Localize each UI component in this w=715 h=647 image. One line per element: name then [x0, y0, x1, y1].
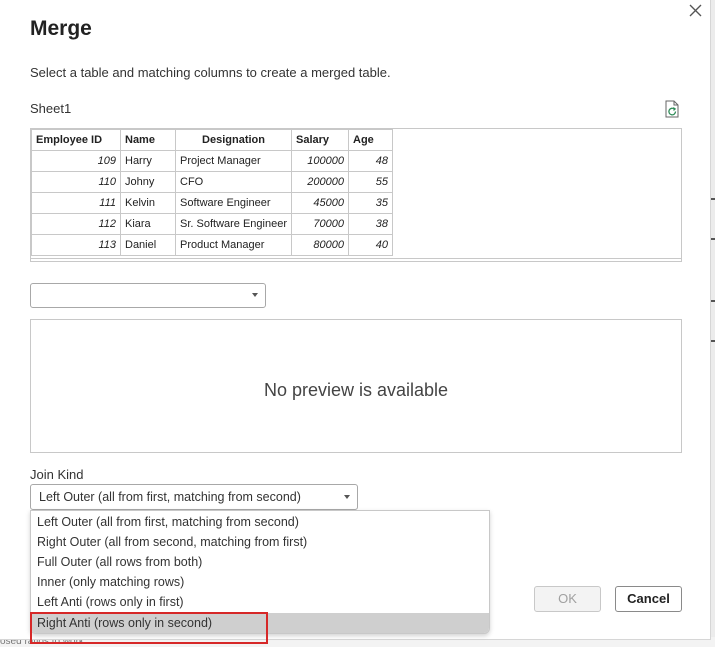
cell-designation: Software Engineer	[174, 192, 293, 214]
cell-salary: 70000	[291, 213, 350, 235]
table-header-row: Employee ID Name Designation Salary Age	[31, 129, 394, 151]
table-row: 109 Harry Project Manager 100000 48	[31, 150, 394, 172]
background-window-mark	[711, 198, 715, 200]
cell-name: Kiara	[120, 213, 176, 235]
cell-age: 35	[348, 192, 394, 214]
cell-designation: Sr. Software Engineer	[174, 213, 293, 235]
join-kind-selected-value: Left Outer (all from first, matching fro…	[39, 490, 301, 504]
column-header-salary[interactable]: Salary	[291, 129, 350, 151]
cell-salary: 80000	[291, 234, 350, 256]
refresh-icon	[665, 100, 679, 118]
join-kind-label: Join Kind	[30, 467, 84, 482]
first-table: Employee ID Name Designation Salary Age …	[31, 129, 394, 256]
screen: osed ratios to work Merge Select a table…	[0, 0, 715, 647]
ok-button[interactable]: OK	[534, 586, 601, 612]
cell-name: Daniel	[120, 234, 176, 256]
column-header-designation[interactable]: Designation	[174, 129, 293, 151]
cell-salary: 45000	[291, 192, 350, 214]
cell-age: 55	[348, 171, 394, 193]
join-option-left-anti[interactable]: Left Anti (rows only in first)	[31, 592, 489, 612]
first-table-name: Sheet1	[30, 101, 72, 116]
join-kind-select[interactable]: Left Outer (all from first, matching fro…	[30, 484, 358, 510]
no-preview-message: No preview is available	[263, 380, 449, 400]
cell-name: Kelvin	[120, 192, 176, 214]
join-option-right-anti[interactable]: Right Anti (rows only in second)	[31, 613, 489, 633]
cell-employee-id: 111	[31, 192, 121, 214]
cell-employee-id: 109	[31, 150, 121, 172]
background-window-mark	[711, 300, 715, 302]
background-window-mark	[711, 340, 715, 342]
join-kind-dropdown-list: Left Outer (all from first, matching fro…	[30, 510, 490, 634]
cell-employee-id: 112	[31, 213, 121, 235]
cell-salary: 200000	[291, 171, 350, 193]
close-button[interactable]	[684, 0, 706, 22]
cell-designation: Project Manager	[174, 150, 293, 172]
background-window-edge	[711, 0, 715, 647]
preview-divider	[31, 258, 681, 259]
cell-designation: CFO	[174, 171, 293, 193]
join-option-full-outer[interactable]: Full Outer (all rows from both)	[31, 552, 489, 572]
join-option-inner[interactable]: Inner (only matching rows)	[31, 572, 489, 592]
column-header-employee-id[interactable]: Employee ID	[31, 129, 121, 151]
column-header-age[interactable]: Age	[348, 129, 394, 151]
join-option-right-outer[interactable]: Right Outer (all from second, matching f…	[31, 532, 489, 552]
table-row: 111 Kelvin Software Engineer 45000 35	[31, 192, 394, 214]
first-table-preview: Employee ID Name Designation Salary Age …	[30, 128, 682, 262]
cell-age: 48	[348, 150, 394, 172]
dialog-title: Merge	[30, 17, 92, 40]
table-row: 110 Johny CFO 200000 55	[31, 171, 394, 193]
chevron-down-icon	[344, 495, 350, 499]
cell-age: 40	[348, 234, 394, 256]
cell-salary: 100000	[291, 150, 350, 172]
table-row: 112 Kiara Sr. Software Engineer 70000 38	[31, 213, 394, 235]
column-header-name[interactable]: Name	[120, 129, 176, 151]
join-option-left-outer[interactable]: Left Outer (all from first, matching fro…	[31, 512, 489, 532]
cell-employee-id: 113	[31, 234, 121, 256]
chevron-down-icon	[252, 293, 258, 297]
merge-dialog: Merge Select a table and matching column…	[0, 0, 711, 644]
second-table-select[interactable]	[30, 283, 266, 308]
cell-age: 38	[348, 213, 394, 235]
cell-employee-id: 110	[31, 171, 121, 193]
background-window-mark	[711, 238, 715, 240]
cell-name: Johny	[120, 171, 176, 193]
cancel-button[interactable]: Cancel	[615, 586, 682, 612]
cell-designation: Product Manager	[174, 234, 293, 256]
close-icon	[689, 4, 702, 17]
table-row: 113 Daniel Product Manager 80000 40	[31, 234, 394, 256]
second-table-preview: No preview is available	[30, 319, 682, 453]
dialog-subtitle: Select a table and matching columns to c…	[30, 65, 391, 80]
cell-name: Harry	[120, 150, 176, 172]
refresh-button[interactable]	[662, 99, 682, 119]
